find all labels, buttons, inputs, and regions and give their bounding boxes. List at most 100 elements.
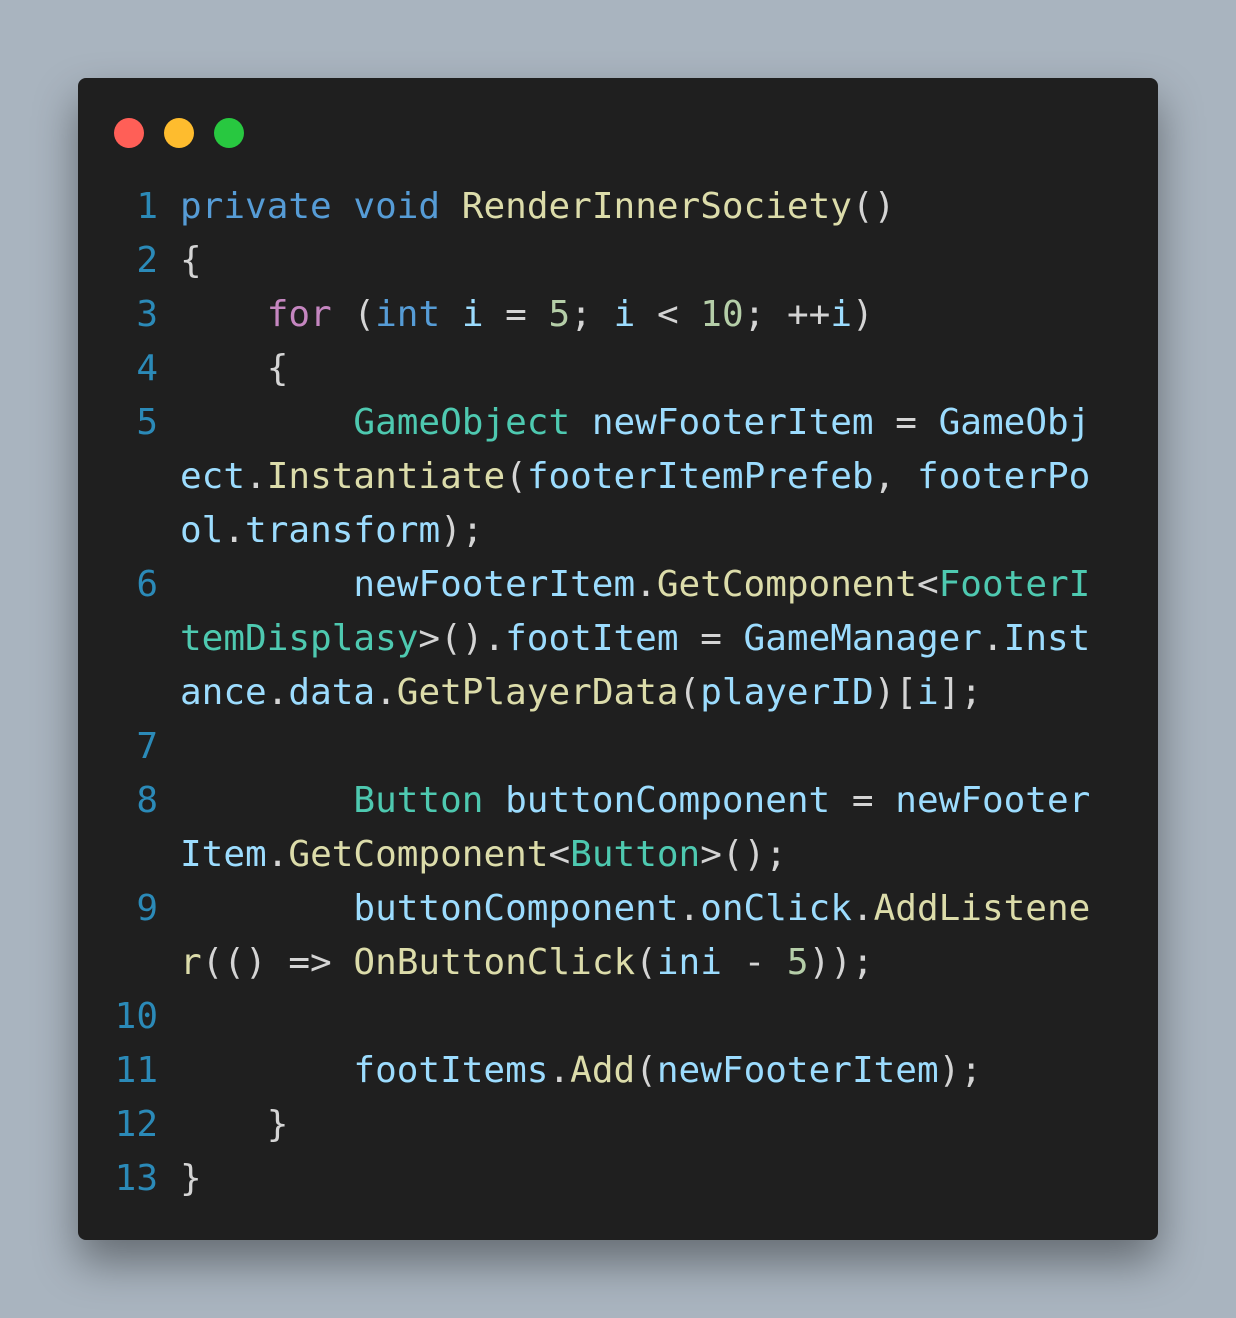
code-token: transform bbox=[245, 510, 441, 551]
code-row: 7 bbox=[78, 720, 1158, 774]
code-token: FooterI bbox=[938, 564, 1091, 605]
code-token: Button bbox=[570, 834, 701, 875]
code-token: i bbox=[461, 294, 484, 335]
code-token: i bbox=[916, 672, 939, 713]
code-token: { bbox=[180, 348, 289, 389]
code-token: - bbox=[721, 942, 787, 983]
code-token: . bbox=[223, 510, 246, 551]
line-number: 3 bbox=[136, 294, 158, 335]
code-token: ( bbox=[635, 1050, 657, 1091]
code-token: playerID bbox=[700, 672, 874, 713]
code-token: GameObj bbox=[938, 402, 1091, 443]
code-token: i bbox=[613, 294, 636, 335]
close-button[interactable] bbox=[114, 118, 144, 148]
line-number: 4 bbox=[136, 348, 158, 389]
code-line: Button buttonComponent = newFooter bbox=[180, 774, 1090, 828]
code-row: 12 } bbox=[78, 1098, 1158, 1152]
code-line: temDisplasy>().footItem = GameManager.In… bbox=[180, 612, 1090, 666]
code-token: r bbox=[180, 942, 202, 983]
code-token: < bbox=[916, 564, 939, 605]
line-number: 13 bbox=[114, 1158, 158, 1199]
code-line: ect.Instantiate(footerItemPrefeb, footer… bbox=[180, 450, 1090, 504]
code-token: ect bbox=[180, 456, 246, 497]
code-token: = bbox=[483, 294, 549, 335]
code-token: ol bbox=[180, 510, 224, 551]
code-token: data bbox=[288, 672, 376, 713]
minimize-button[interactable] bbox=[164, 118, 194, 148]
code-token: AddListene bbox=[873, 888, 1091, 929]
code-line: } bbox=[180, 1152, 202, 1206]
code-token: GameObject bbox=[353, 402, 571, 443]
line-number: 5 bbox=[136, 402, 158, 443]
code-token: buttonComponent bbox=[505, 780, 831, 821]
code-token: i bbox=[830, 294, 853, 335]
code-token: ance bbox=[180, 672, 267, 713]
code-token: ); bbox=[938, 1050, 982, 1091]
line-number: 2 bbox=[136, 240, 158, 281]
code-token: = bbox=[830, 780, 896, 821]
code-token: Add bbox=[570, 1050, 636, 1091]
code-token: . bbox=[981, 618, 1004, 659]
code-token: footerPo bbox=[916, 456, 1091, 497]
code-token: 5 bbox=[786, 942, 809, 983]
line-number: 11 bbox=[114, 1050, 158, 1091]
code-token: newFooterItem bbox=[353, 564, 636, 605]
code-token: Instantiate bbox=[266, 456, 506, 497]
code-token: GetComponent bbox=[656, 564, 917, 605]
code-row: 4 { bbox=[78, 342, 1158, 396]
code-row: 10 bbox=[78, 990, 1158, 1044]
code-token: . bbox=[266, 672, 289, 713]
code-token: (() => bbox=[201, 942, 354, 983]
code-token: GetComponent bbox=[288, 834, 549, 875]
code-token: { bbox=[180, 240, 202, 281]
code-token: Button bbox=[353, 780, 484, 821]
line-number: 6 bbox=[136, 564, 158, 605]
code-token: () bbox=[851, 186, 896, 227]
line-number: 9 bbox=[136, 888, 158, 929]
maximize-button[interactable] bbox=[214, 118, 244, 148]
code-row: 3 for (int i = 5; i < 10; ++i) bbox=[78, 288, 1158, 342]
code-line: ol.transform); bbox=[180, 504, 483, 558]
code-token: 5 bbox=[548, 294, 571, 335]
code-token: footerItemPrefeb bbox=[526, 456, 874, 497]
code-line: buttonComponent.onClick.AddListene bbox=[180, 882, 1090, 936]
code-token: } bbox=[180, 1104, 289, 1145]
code-token: . bbox=[635, 564, 657, 605]
line-number: 8 bbox=[136, 780, 158, 821]
code-token: Item bbox=[180, 834, 267, 875]
code-token: int bbox=[375, 294, 441, 335]
code-token: , bbox=[873, 456, 917, 497]
code-token: temDisplasy bbox=[180, 618, 419, 659]
code-line: ance.data.GetPlayerData(playerID)[i]; bbox=[180, 666, 982, 720]
code-token: 10 bbox=[700, 294, 744, 335]
code-row: r(() => OnButtonClick(ini - 5)); bbox=[78, 936, 1158, 990]
code-row: ance.data.GetPlayerData(playerID)[i]; bbox=[78, 666, 1158, 720]
code-token: ( bbox=[331, 294, 376, 335]
code-window: 1 private void RenderInnerSociety() 2{ 3 … bbox=[78, 78, 1158, 1240]
code-row: 9 buttonComponent.onClick.AddListene bbox=[78, 882, 1158, 936]
code-token: )[ bbox=[873, 672, 917, 713]
code-token: = bbox=[873, 402, 939, 443]
code-token: RenderInnerSociety bbox=[461, 186, 852, 227]
code-token: . bbox=[851, 888, 874, 929]
code-row: 5 GameObject newFooterItem = GameObj bbox=[78, 396, 1158, 450]
code-token: Inst bbox=[1003, 618, 1091, 659]
code-token: onClick bbox=[700, 888, 852, 929]
line-number: 12 bbox=[114, 1104, 158, 1145]
code-token: ]; bbox=[938, 672, 983, 713]
code-line: { bbox=[180, 342, 289, 396]
code-token: } bbox=[180, 1158, 202, 1199]
code-token: private bbox=[180, 186, 332, 227]
line-number: 10 bbox=[114, 996, 158, 1037]
code-token: ; ++ bbox=[743, 294, 831, 335]
code-row: 11 footItems.Add(newFooterItem); bbox=[78, 1044, 1158, 1098]
code-token: . bbox=[548, 1050, 571, 1091]
code-row: 2{ bbox=[78, 234, 1158, 288]
